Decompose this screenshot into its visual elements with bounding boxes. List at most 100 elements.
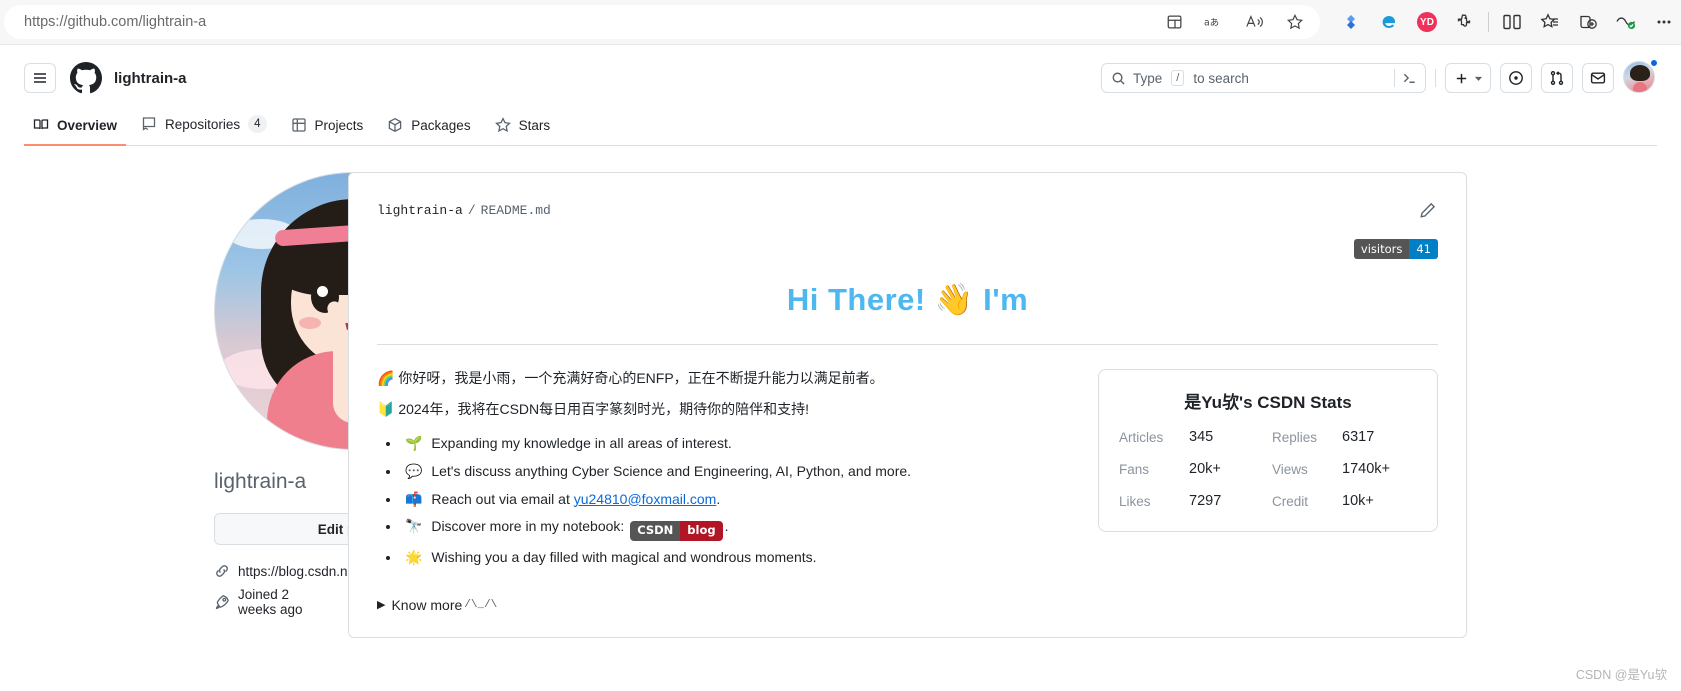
github-header: lightrain-a Type / to search Overview Re… [0, 45, 1681, 146]
profile-page: lightrain-a Edit profile https://blog.cs… [0, 146, 1681, 691]
tab-projects[interactable]: Projects [282, 110, 373, 146]
profile-meta-list: https://blog.csdn.net/WTYuong Joined 2 w… [214, 563, 422, 617]
readme-breadcrumb: lightrain-a / README.md [377, 199, 1438, 221]
readme-heading-text: Hi There! [786, 282, 926, 317]
profile-joined-date: Joined 2 weeks ago [214, 587, 324, 617]
stat-value-articles: 345 [1189, 429, 1214, 445]
speech-balloon-icon: 💬 [405, 463, 423, 480]
project-icon [291, 117, 307, 133]
search-placeholder-prefix: Type [1133, 70, 1163, 86]
waving-hand-icon: 👋 [934, 282, 974, 317]
tab-stars[interactable]: Stars [486, 110, 560, 146]
create-new-button[interactable] [1445, 63, 1491, 93]
profile-readme-card: lightrain-a / README.md visitors 41 Hi T… [348, 172, 1467, 639]
youdao-extension-icon[interactable]: YD [1416, 11, 1438, 33]
tab-repositories[interactable]: Repositories 4 [132, 108, 275, 146]
csdn-badge-label: CSDN [630, 520, 681, 541]
search-input[interactable]: Type / to search [1101, 63, 1426, 93]
disclosure-triangle-icon: ▶ [377, 598, 386, 611]
bullet-4-text: Wishing you a day filled with magical an… [431, 548, 817, 565]
url-text: https://github.com/lightrain-a [24, 14, 207, 30]
chevron-down-icon [1473, 73, 1483, 83]
inbox-button[interactable] [1582, 63, 1614, 93]
git-pull-request-icon [1549, 70, 1565, 86]
bullet-3-text: Discover more in my notebook: [431, 518, 629, 535]
profile-joined-text: Joined 2 weeks ago [238, 587, 303, 618]
browser-toolbar: https://github.com/lightrain-a aあ YD [0, 0, 1681, 45]
translate-icon[interactable]: aあ [1204, 11, 1226, 33]
watermark: CSDN @是Yu欤 [1575, 668, 1667, 682]
stat-key-fans: Fans [1119, 461, 1150, 477]
hamburger-menu-icon[interactable] [24, 63, 56, 93]
bullet-2-tail: . [716, 490, 721, 507]
favorite-star-icon[interactable] [1284, 11, 1306, 33]
repo-icon [141, 116, 157, 132]
sparkle-star-icon: 🌟 [405, 548, 423, 565]
read-aloud-icon[interactable] [1244, 11, 1266, 33]
search-slash-key: / [1171, 70, 1185, 86]
readme-owner[interactable]: lightrain-a [377, 203, 463, 218]
stat-key-articles: Articles [1119, 429, 1164, 445]
browser-essentials-icon[interactable] [1615, 11, 1637, 33]
search-placeholder-suffix: to search [1193, 70, 1249, 86]
visitors-badge: visitors 41 [1353, 239, 1438, 259]
stat-value-likes: 7297 [1189, 493, 1222, 509]
bullet-2-text: Reach out via email at [431, 490, 574, 507]
readme-heading: Hi There! 👋 I'm [377, 281, 1438, 318]
intro-line-2: 🔰 2024年，我将在CSDN每日用百字篆刻时光，期待你的陪伴和支持! [377, 398, 1076, 421]
seedling-icon: 🌱 [405, 435, 423, 452]
browser-right-actions [1501, 11, 1675, 33]
stat-value-views: 1740k+ [1342, 461, 1390, 477]
readme-filename[interactable]: README.md [481, 203, 551, 218]
readme-heading-suffix: I'm [983, 282, 1029, 317]
collections-icon[interactable] [1539, 11, 1561, 33]
list-item: 🔭 Discover more in my notebook: CSDNblog… [401, 515, 1076, 541]
stats-card-title: 是Yu欤's CSDN Stats [1184, 393, 1352, 412]
tab-packages[interactable]: Packages [378, 110, 479, 146]
toolbar-divider [1488, 12, 1489, 32]
internet-explorer-icon[interactable] [1378, 11, 1400, 33]
stats-grid: Articles 345 Replies 6317 Fans 20k+ View… [1119, 429, 1417, 509]
issues-button[interactable] [1500, 63, 1532, 93]
tab-repositories-label: Repositories [165, 116, 241, 132]
add-tab-group-icon[interactable] [1577, 11, 1599, 33]
bullet-0-text: Expanding my knowledge in all areas of i… [431, 435, 732, 452]
pull-requests-button[interactable] [1541, 63, 1573, 93]
readme-bullet-list: 🌱 Expanding my knowledge in all areas of… [377, 432, 1076, 568]
command-palette-icon[interactable] [1401, 70, 1417, 86]
tab-stars-label: Stars [518, 117, 551, 133]
profile-website-link[interactable]: https://blog.csdn.net/WTYuong [214, 563, 422, 579]
github-header-actions: Type / to search [1101, 59, 1658, 95]
know-more-details[interactable]: ▶ Know more /\_/\ [377, 594, 1076, 617]
address-bar[interactable]: https://github.com/lightrain-a aあ [4, 5, 1320, 39]
split-screen-icon[interactable] [1164, 11, 1186, 33]
know-more-label: Know more [391, 597, 463, 614]
tab-overview-label: Overview [57, 117, 118, 133]
readme-separator: / [467, 202, 476, 218]
puzzle-extensions-icon[interactable] [1454, 11, 1476, 33]
intro-line-2-text: 2024年，我将在CSDN每日用百字篆刻时光，期待你的陪伴和支持! [398, 400, 810, 417]
visitors-badge-row: visitors 41 [377, 221, 1438, 259]
csdn-blog-badge[interactable]: CSDN blog [630, 520, 723, 541]
github-mark-icon[interactable] [70, 62, 102, 94]
rocket-icon [214, 594, 230, 610]
search-icon [1110, 70, 1126, 86]
diamond-extension-icon[interactable] [1340, 11, 1362, 33]
tab-overview[interactable]: Overview [24, 110, 127, 146]
visitors-badge-label: visitors [1353, 239, 1410, 259]
tab-repositories-count: 4 [248, 115, 267, 133]
avatar[interactable] [1623, 59, 1658, 95]
link-icon [214, 563, 230, 579]
telescope-icon: 🔭 [405, 518, 423, 535]
browser-extensions: YD [1324, 11, 1476, 33]
settings-more-icon[interactable] [1653, 11, 1675, 33]
email-link[interactable]: yu24810@foxmail.com [574, 491, 717, 507]
readme-column: lightrain-a / README.md visitors 41 Hi T… [348, 172, 1657, 691]
youdao-badge-label: YD [1417, 12, 1437, 32]
header-owner-name[interactable]: lightrain-a [114, 70, 187, 87]
pencil-edit-icon[interactable] [1416, 199, 1438, 221]
tab-projects-label: Projects [314, 117, 364, 133]
search-trailing [1394, 69, 1417, 87]
plus-icon [1453, 70, 1469, 86]
split-screen-window-icon[interactable] [1501, 11, 1523, 33]
